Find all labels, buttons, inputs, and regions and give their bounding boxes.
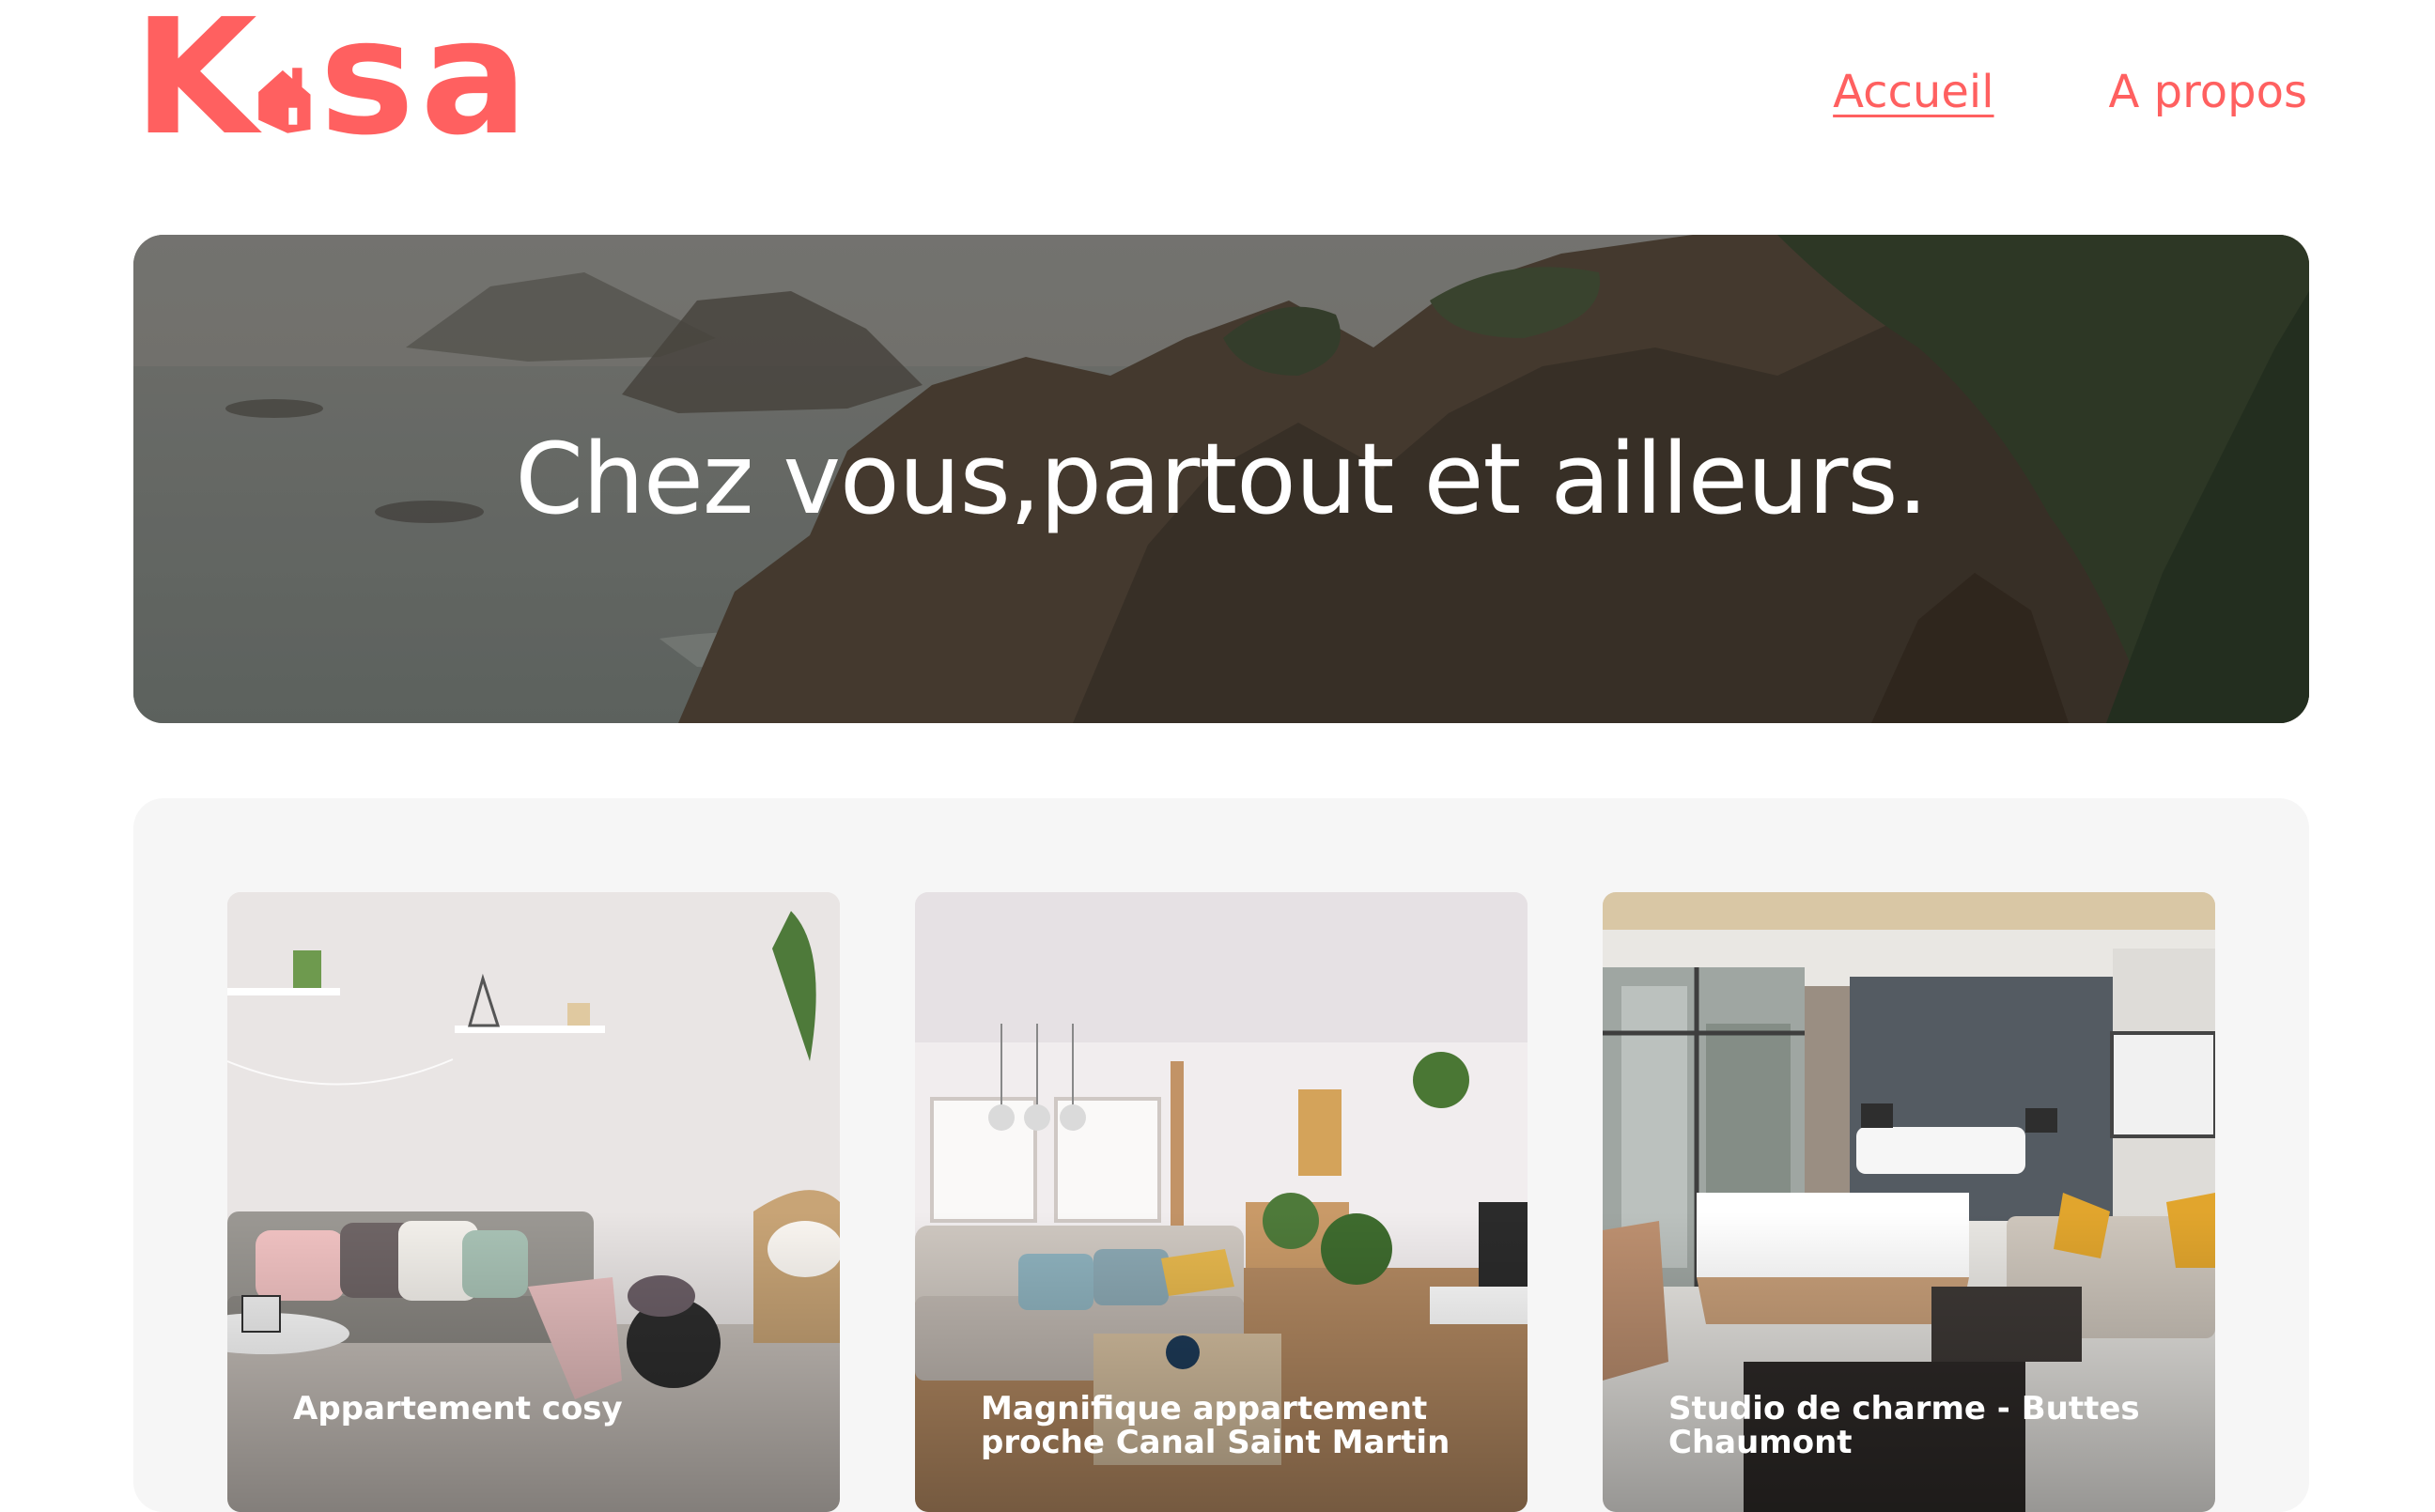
nav-link-a-propos[interactable]: A propos (2109, 66, 2307, 118)
card-gradient-overlay (1603, 1211, 2215, 1512)
nav-link-accueil[interactable]: Accueil (1833, 66, 1993, 118)
logo-letters-sa: sa (319, 0, 534, 171)
banner-title: Chez vous,partout et ailleurs. (515, 422, 1928, 536)
logo-letter-k: K (133, 0, 257, 171)
listing-title: Magnifique appartement proche Canal Sain… (981, 1390, 1450, 1461)
listing-card[interactable]: Appartement cosy (227, 892, 840, 1512)
listings-gallery: Appartement cosy Magnifique appartement … (133, 798, 2309, 1512)
card-gradient-overlay (227, 1211, 840, 1512)
site-header: K sa Accueil A propos (0, 0, 2435, 207)
main-nav: Accueil A propos (1833, 66, 2307, 118)
listing-title: Studio de charme - Buttes Chaumont (1668, 1390, 2140, 1461)
listing-card[interactable]: Studio de charme - Buttes Chaumont (1603, 892, 2215, 1512)
listing-card[interactable]: Magnifique appartement proche Canal Sain… (915, 892, 1528, 1512)
card-gradient-overlay (915, 1211, 1528, 1512)
hero-banner: Chez vous,partout et ailleurs. (133, 235, 2309, 723)
kasa-logo[interactable]: K sa (133, 0, 534, 158)
listing-title: Appartement cosy (293, 1390, 623, 1427)
house-icon (257, 68, 311, 133)
